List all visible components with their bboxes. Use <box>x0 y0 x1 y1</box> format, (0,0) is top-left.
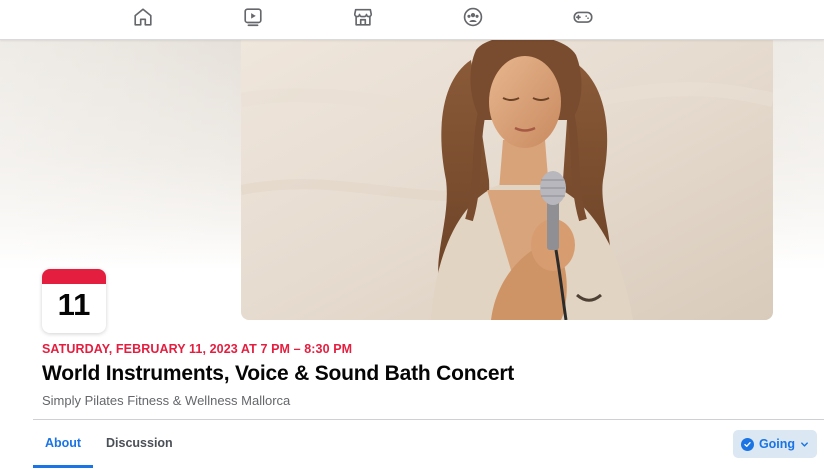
home-icon[interactable] <box>132 6 154 28</box>
marketplace-icon[interactable] <box>352 6 374 28</box>
chevron-down-icon <box>800 440 809 449</box>
event-cover-photo[interactable] <box>241 40 773 320</box>
event-date-line: SATURDAY, FEBRUARY 11, 2023 AT 7 PM – 8:… <box>42 342 353 356</box>
gaming-icon[interactable] <box>572 6 594 28</box>
tab-about[interactable]: About <box>45 436 81 450</box>
top-nav-bar <box>0 0 824 40</box>
watch-icon[interactable] <box>242 6 264 28</box>
tab-discussion[interactable]: Discussion <box>106 436 173 450</box>
event-host-link[interactable]: Simply Pilates Fitness & Wellness Mallor… <box>42 393 290 408</box>
groups-icon[interactable] <box>462 6 484 28</box>
event-title: World Instruments, Voice & Sound Bath Co… <box>42 362 515 385</box>
section-divider <box>33 419 824 420</box>
calendar-tile-header <box>42 269 106 284</box>
active-tab-indicator <box>33 465 93 468</box>
going-label: Going <box>758 437 796 451</box>
event-date-tile: 11 <box>42 269 106 333</box>
going-rsvp-button[interactable]: Going <box>733 430 817 458</box>
check-circle-icon <box>740 437 754 451</box>
event-day-number: 11 <box>57 287 91 322</box>
